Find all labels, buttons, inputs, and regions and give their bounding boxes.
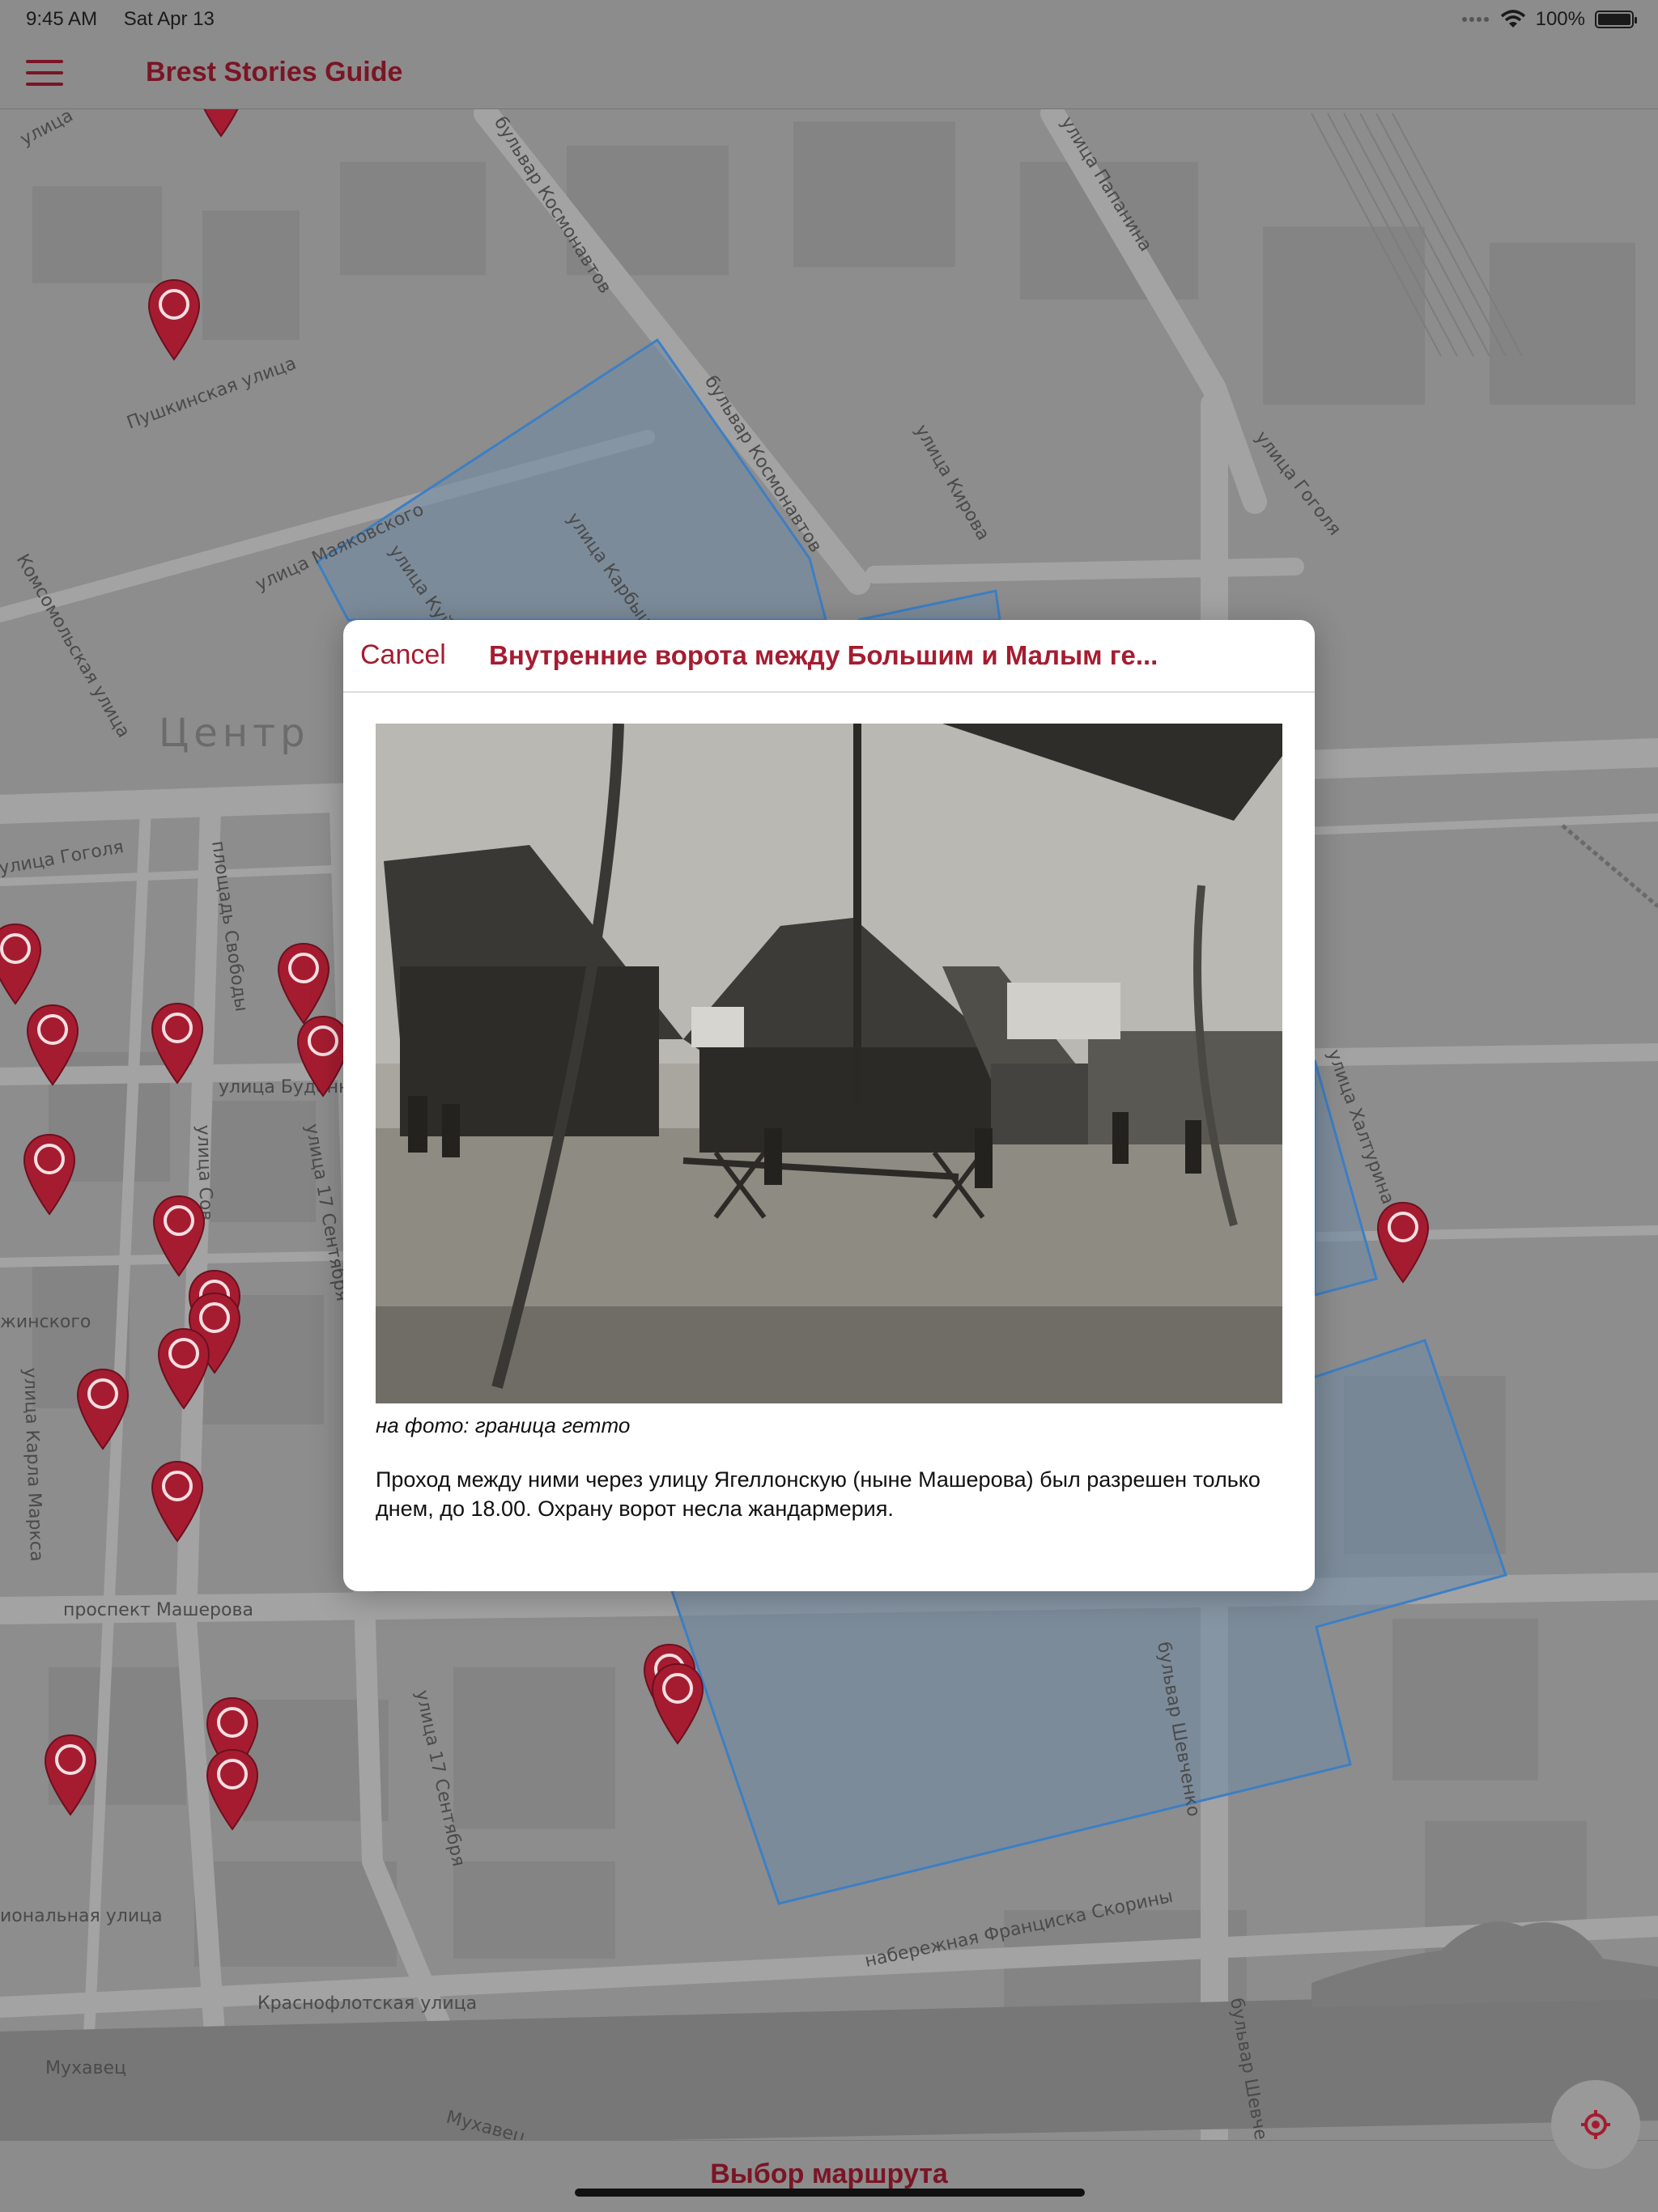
map-pin[interactable] (76, 1368, 130, 1452)
map-pin-icon (26, 1004, 79, 1086)
wifi-icon (1500, 10, 1525, 28)
map-pin[interactable] (277, 942, 330, 1026)
svg-text:Краснофлотская улица: Краснофлотская улица (257, 1993, 477, 2014)
map-pin-icon (0, 923, 42, 1005)
map-pin[interactable] (147, 278, 201, 363)
map-pin[interactable] (1376, 1201, 1430, 1285)
status-date: Sat Apr 13 (123, 8, 215, 30)
cancel-button[interactable]: Cancel (360, 639, 446, 671)
bottom-bar: Выбор маршрута (0, 2140, 1658, 2212)
svg-text:Мухавец: Мухавец (45, 2058, 126, 2078)
battery-level (1598, 14, 1630, 25)
svg-text:иональная улица: иональная улица (0, 1906, 163, 1926)
battery-icon (1595, 11, 1637, 28)
map-pin[interactable] (44, 1734, 97, 1818)
map-pin-icon (23, 1133, 76, 1216)
hamburger-icon[interactable] (26, 60, 63, 87)
map-pin[interactable] (296, 1015, 350, 1099)
map-pin[interactable] (23, 1133, 76, 1217)
map-pin-icon (277, 942, 330, 1025)
historic-photo-image (376, 724, 1282, 1403)
map-pin[interactable] (152, 1195, 206, 1279)
modal-title: Внутренние ворота между Большим и Малым … (489, 640, 1158, 670)
map-pin[interactable] (0, 923, 42, 1007)
modal-header: Cancel Внутренние ворота между Большим и… (343, 620, 1315, 693)
map-pin[interactable] (206, 1748, 259, 1832)
svg-text:проспект Машерова: проспект Машерова (63, 1600, 253, 1620)
battery-percent: 100% (1535, 8, 1585, 30)
status-time: 9:45 AM (26, 8, 98, 30)
map-pin-icon (76, 1368, 130, 1450)
map-pin[interactable] (651, 1662, 704, 1747)
district-label: Центр (159, 711, 310, 756)
map-pin[interactable] (151, 1002, 204, 1086)
locate-icon (1581, 2110, 1610, 2139)
photo-caption: на фото: граница гетто (376, 1413, 631, 1437)
home-indicator[interactable] (575, 2189, 1085, 2197)
locate-button[interactable] (1551, 2080, 1640, 2169)
story-modal: Cancel Внутренние ворота между Большим и… (343, 620, 1315, 1591)
signal-dots-icon (1461, 17, 1489, 22)
story-text: Проход между ними через улицу Ягеллонску… (376, 1467, 1261, 1521)
map-pin-icon (206, 1748, 259, 1831)
status-bar: 9:45 AM Sat Apr 13 100% (0, 0, 1658, 39)
map-pin-icon (296, 1015, 350, 1098)
choose-route-button[interactable]: Выбор маршрута (710, 2159, 948, 2190)
map-pin-icon (651, 1662, 704, 1745)
map-pin[interactable] (26, 1004, 79, 1088)
svg-text:жинского: жинского (0, 1312, 91, 1332)
map-pin[interactable] (151, 1460, 204, 1544)
map-pin-icon (151, 1002, 204, 1085)
map-pin-icon (157, 1327, 210, 1410)
map-pin-icon (152, 1195, 206, 1277)
map-pin-icon (1376, 1201, 1430, 1284)
nav-bar: Brest Stories Guide (0, 39, 1658, 109)
map-pin-icon (151, 1460, 204, 1543)
map-pin[interactable] (157, 1327, 210, 1412)
map-pin-icon (44, 1734, 97, 1816)
map-pin-icon (147, 278, 201, 361)
app-title: Brest Stories Guide (146, 57, 403, 87)
